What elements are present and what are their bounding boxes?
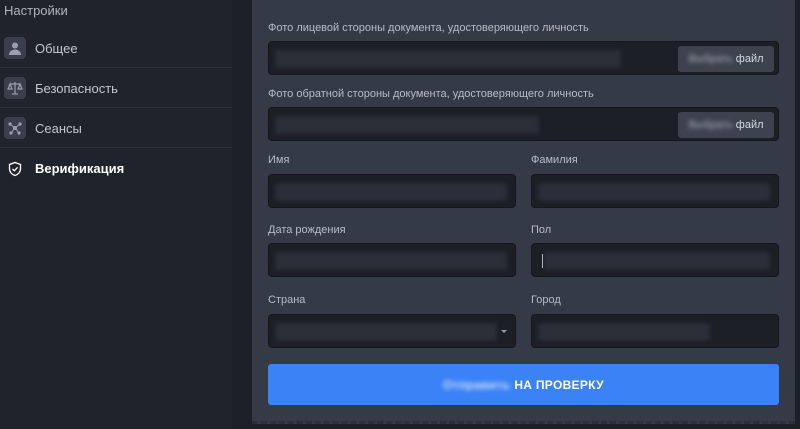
front-photo-file-input[interactable]: Выбрать файл xyxy=(268,41,779,75)
gender-label: Пол xyxy=(531,224,552,236)
redacted-value xyxy=(275,252,507,270)
redacted-value xyxy=(538,323,710,341)
redacted-value xyxy=(544,252,770,270)
redacted-value xyxy=(275,183,507,201)
redacted-button-text: Выбрать xyxy=(688,119,733,131)
sidebar-item-label: Общее xyxy=(35,40,78,56)
submit-button-label: НА ПРОВЕРКУ xyxy=(514,377,604,392)
text-cursor xyxy=(542,254,543,268)
sidebar-item-verification[interactable]: Верификация xyxy=(0,149,232,188)
sidebar-item-security[interactable]: Безопасность xyxy=(0,69,232,108)
birth-date-label: Дата рождения xyxy=(268,224,346,236)
sidebar-item-label: Сеансы xyxy=(35,120,82,136)
file-button-label: файл xyxy=(735,53,764,65)
sidebar-title: Настройки xyxy=(4,3,68,18)
country-label: Страна xyxy=(268,294,306,306)
verification-panel: Фото лицевой стороны документа, удостове… xyxy=(252,0,795,424)
sessions-icon xyxy=(4,117,26,139)
redacted-value xyxy=(275,323,497,341)
country-select[interactable] xyxy=(268,314,516,348)
redacted-button-text: Выбрать xyxy=(688,53,733,65)
sidebar-item-label: Безопасность xyxy=(35,80,118,96)
redacted-value xyxy=(275,116,539,134)
shield-icon xyxy=(4,158,26,180)
back-photo-choose-file-button[interactable]: Выбрать файл xyxy=(678,112,774,138)
last-name-label: Фамилия xyxy=(531,154,578,166)
back-photo-label: Фото обратной стороны документа, удостов… xyxy=(268,88,594,100)
settings-sidebar: Настройки Общее Безопасность Сеансы Вери… xyxy=(0,0,232,429)
front-photo-choose-file-button[interactable]: Выбрать файл xyxy=(678,46,774,72)
back-photo-file-input[interactable]: Выбрать файл xyxy=(268,107,779,141)
sidebar-item-general[interactable]: Общее xyxy=(0,29,232,68)
first-name-input[interactable] xyxy=(268,174,516,208)
chevron-down-icon xyxy=(501,330,507,333)
city-label: Город xyxy=(531,294,561,306)
submit-for-review-button[interactable]: Отправить НА ПРОВЕРКУ xyxy=(268,364,779,405)
sidebar-item-label: Верификация xyxy=(35,161,125,176)
redacted-button-text: Отправить xyxy=(443,377,511,392)
city-input[interactable] xyxy=(531,314,779,348)
user-icon xyxy=(4,37,26,59)
last-name-input[interactable] xyxy=(531,174,779,208)
front-photo-label: Фото лицевой стороны документа, удостове… xyxy=(268,22,589,34)
redacted-value xyxy=(275,50,621,68)
first-name-label: Имя xyxy=(268,154,290,166)
gender-input[interactable] xyxy=(531,243,779,277)
birth-date-input[interactable] xyxy=(268,243,516,277)
file-button-label: файл xyxy=(735,119,764,131)
sidebar-item-sessions[interactable]: Сеансы xyxy=(0,109,232,148)
redacted-value xyxy=(538,183,770,201)
scales-icon xyxy=(4,77,26,99)
